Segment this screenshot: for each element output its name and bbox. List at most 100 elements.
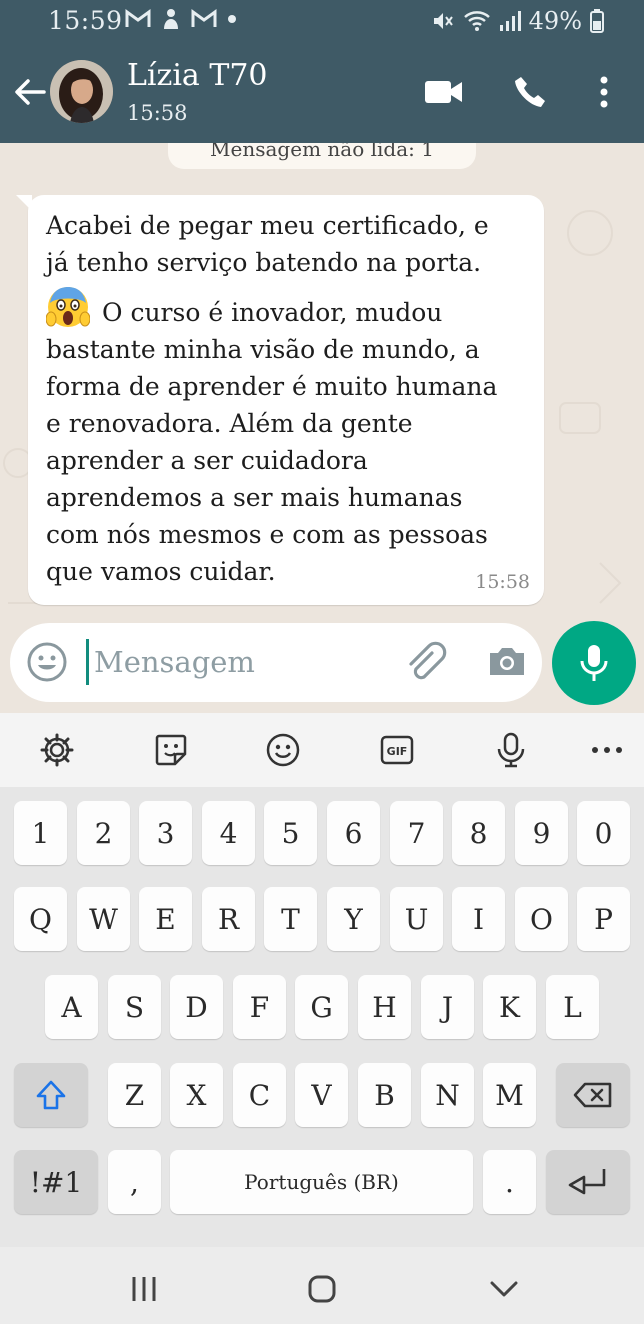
voice-input-icon — [497, 732, 525, 768]
period-key[interactable]: . — [483, 1150, 536, 1214]
key-6[interactable]: 6 — [327, 801, 380, 865]
contact-photo — [50, 60, 113, 123]
battery-percent: 49% — [528, 7, 582, 35]
key-a[interactable]: A — [45, 975, 98, 1039]
keyboard-settings-button[interactable] — [34, 727, 80, 773]
key-u[interactable]: U — [390, 887, 443, 951]
message-line: já tenho serviço batendo na porta. — [46, 248, 482, 277]
shift-key[interactable] — [14, 1063, 88, 1127]
status-time: 15:59 — [48, 6, 123, 35]
key-v[interactable]: V — [295, 1063, 348, 1127]
message-line: com nós mesmos e com as pessoas — [46, 520, 488, 549]
key-x[interactable]: X — [170, 1063, 223, 1127]
attach-button[interactable] — [402, 639, 448, 685]
key-1[interactable]: 1 — [14, 801, 67, 865]
more-menu-icon — [600, 76, 608, 108]
message-line: forma de aprender é muito humana — [46, 372, 498, 401]
message-line: Acabei de pegar meu certificado, e — [46, 211, 489, 240]
voice-call-button[interactable] — [508, 70, 552, 114]
recents-button[interactable] — [122, 1267, 166, 1311]
emoji-button[interactable] — [26, 641, 68, 683]
key-n[interactable]: N — [421, 1063, 474, 1127]
key-g[interactable]: G — [295, 975, 348, 1039]
home-icon — [308, 1275, 336, 1303]
gif-icon: GIF — [380, 735, 414, 765]
keyboard-gif-button[interactable]: GIF — [374, 727, 420, 773]
key-9[interactable]: 9 — [515, 801, 568, 865]
keyboard-emoji-button[interactable] — [260, 727, 306, 773]
key-0[interactable]: 0 — [577, 801, 630, 865]
key-w[interactable]: W — [77, 887, 130, 951]
key-z[interactable]: Z — [108, 1063, 161, 1127]
keyboard-voice-input-button[interactable] — [488, 727, 534, 773]
voice-call-icon — [515, 77, 545, 107]
more-menu-button[interactable] — [582, 70, 626, 114]
key-5[interactable]: 5 — [264, 801, 317, 865]
key-t[interactable]: T — [264, 887, 317, 951]
spacebar-key[interactable]: Português (BR) — [170, 1150, 473, 1214]
key-4[interactable]: 4 — [202, 801, 255, 865]
key-2[interactable]: 2 — [77, 801, 130, 865]
video-call-button[interactable] — [422, 70, 466, 114]
message-line: bastante minha visão de mundo, a — [46, 335, 480, 364]
comma-key[interactable]: , — [108, 1150, 161, 1214]
back-nav-button[interactable] — [482, 1267, 526, 1311]
face-screaming-in-fear-emoji-icon — [46, 287, 90, 327]
key-f[interactable]: F — [233, 975, 286, 1039]
backspace-icon — [573, 1082, 612, 1108]
home-button[interactable] — [300, 1267, 344, 1311]
keyboard: GIF 1 2 3 4 5 6 7 8 9 0 Q W E R T Y U I … — [0, 713, 644, 1324]
key-e[interactable]: E — [139, 887, 192, 951]
dot-icon — [228, 15, 236, 23]
key-7[interactable]: 7 — [390, 801, 443, 865]
backspace-key[interactable] — [556, 1063, 630, 1127]
video-call-icon — [425, 81, 462, 103]
key-8[interactable]: 8 — [452, 801, 505, 865]
emoji-icon — [266, 733, 300, 767]
signal-icon — [499, 11, 521, 31]
gmail-icon — [125, 9, 151, 27]
key-l[interactable]: L — [546, 975, 599, 1039]
symbols-key[interactable]: !#1 — [14, 1150, 98, 1214]
key-q[interactable]: Q — [14, 887, 67, 951]
key-c[interactable]: C — [233, 1063, 286, 1127]
key-j[interactable]: J — [421, 975, 474, 1039]
key-r[interactable]: R — [202, 887, 255, 951]
key-i[interactable]: I — [452, 887, 505, 951]
keyboard-more-button[interactable] — [584, 727, 630, 773]
message-line: aprendemos a ser mais humanas — [46, 483, 463, 512]
key-p[interactable]: P — [577, 887, 630, 951]
compose-bar — [10, 623, 542, 702]
recents-icon — [132, 1277, 156, 1301]
key-b[interactable]: B — [358, 1063, 411, 1127]
status-system-icons: 49% — [431, 7, 604, 35]
back-button[interactable] — [10, 72, 50, 112]
keyboard-keys: 1 2 3 4 5 6 7 8 9 0 Q W E R T Y U I O P … — [0, 787, 644, 1247]
app-top-bar: 15:59 49% Lízia T70 15:58 — [0, 0, 644, 143]
voice-message-button[interactable] — [552, 621, 636, 705]
contact-name[interactable]: Lízia T70 — [127, 58, 268, 93]
camera-button[interactable] — [484, 639, 530, 685]
key-s[interactable]: S — [108, 975, 161, 1039]
sticker-icon — [155, 734, 187, 766]
contact-last-seen: 15:58 — [127, 101, 188, 125]
camera-icon — [490, 648, 524, 675]
keyboard-sticker-button[interactable] — [148, 727, 194, 773]
hand-icon — [164, 9, 178, 29]
key-3[interactable]: 3 — [139, 801, 192, 865]
battery-icon — [590, 9, 604, 33]
key-k[interactable]: K — [483, 975, 536, 1039]
more-icon — [592, 747, 622, 753]
unread-messages-banner: Mensagem não lida: 1 — [168, 143, 476, 169]
key-o[interactable]: O — [515, 887, 568, 951]
key-m[interactable]: M — [483, 1063, 536, 1127]
avatar[interactable] — [50, 60, 113, 123]
key-h[interactable]: H — [358, 975, 411, 1039]
key-d[interactable]: D — [170, 975, 223, 1039]
message-line: e renovadora. Além da gente — [46, 409, 413, 438]
chevron-down-icon — [490, 1281, 518, 1297]
incoming-message-bubble[interactable]: Acabei de pegar meu certificado, e já te… — [16, 195, 544, 605]
enter-key[interactable] — [546, 1150, 630, 1214]
key-y[interactable]: Y — [327, 887, 380, 951]
message-input[interactable] — [94, 637, 394, 687]
